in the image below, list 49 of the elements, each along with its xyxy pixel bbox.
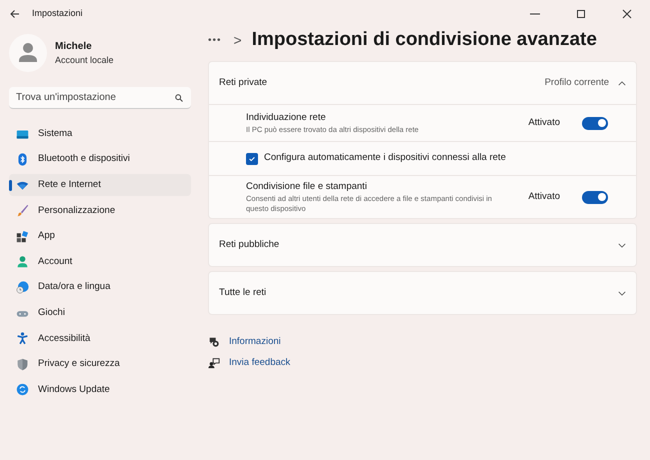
link[interactable]: Invia feedback xyxy=(229,356,290,370)
toggle-switch[interactable] xyxy=(582,116,608,130)
search-field[interactable]: Trova un'impostazione xyxy=(9,87,191,109)
section-header[interactable]: Reti private Profilo corrente xyxy=(209,62,636,104)
sidebar-item[interactable]: Privacy e sicurezza xyxy=(9,353,191,376)
chevron-down-icon[interactable] xyxy=(618,242,626,248)
sidebar-item[interactable]: Accessibilità xyxy=(9,328,191,350)
toggle-switch[interactable] xyxy=(582,190,608,204)
more-button[interactable]: ••• xyxy=(208,32,222,48)
monitor-icon xyxy=(16,128,29,140)
person-icon xyxy=(16,255,29,268)
sidebar-item[interactable]: App xyxy=(9,225,191,248)
chevron-up-icon[interactable] xyxy=(618,80,626,86)
chevron-down-icon[interactable] xyxy=(618,290,626,296)
toggle-state: Attivato xyxy=(528,116,560,130)
check-icon xyxy=(248,154,256,162)
section-header[interactable]: Tutte le reti xyxy=(209,272,636,314)
section-header[interactable]: Reti pubbliche xyxy=(209,224,636,266)
setting-title: Condivisione file e stampanti xyxy=(246,180,368,194)
apps-icon xyxy=(16,230,29,243)
sidebar-item[interactable]: Giochi xyxy=(9,302,191,324)
sidebar-item[interactable]: Personalizzazione xyxy=(9,200,191,222)
sidebar-item[interactable]: Account xyxy=(9,250,191,273)
search-icon[interactable] xyxy=(175,94,183,102)
accessibility-icon xyxy=(16,332,29,346)
page-title: Impostazioni di condivisione avanzate xyxy=(252,28,597,52)
shield-icon xyxy=(16,358,29,371)
sidebar-item[interactable]: Data/ora e lingua xyxy=(9,276,191,299)
globe-clock-icon xyxy=(16,281,29,294)
back-icon[interactable] xyxy=(10,9,20,19)
user-name: Michele xyxy=(55,40,93,54)
brush-icon xyxy=(16,204,29,218)
feedback-icon xyxy=(208,356,220,369)
account-type: Account locale xyxy=(55,54,114,67)
bluetooth-icon xyxy=(16,153,29,166)
checkbox-label: Configura automaticamente i dispositivi connessi alla rete xyxy=(264,151,506,166)
selection-indicator xyxy=(9,180,12,192)
avatar-icon xyxy=(9,34,47,72)
sidebar-item[interactable]: Windows Update xyxy=(9,378,191,401)
sidebar-item[interactable]: Rete e Internet xyxy=(9,174,191,196)
setting-title: Individuazione rete xyxy=(246,110,327,125)
breadcrumb-separator: > xyxy=(234,30,242,50)
checkbox[interactable] xyxy=(246,152,258,164)
update-icon xyxy=(16,383,29,396)
link[interactable]: Informazioni xyxy=(229,335,281,350)
sidebar-item[interactable]: Bluetooth e dispositivi xyxy=(9,148,191,171)
sidebar-item[interactable]: Sistema xyxy=(9,123,191,145)
toggle-state: Attivato xyxy=(528,190,560,204)
window-title: Impostazioni xyxy=(32,7,83,20)
